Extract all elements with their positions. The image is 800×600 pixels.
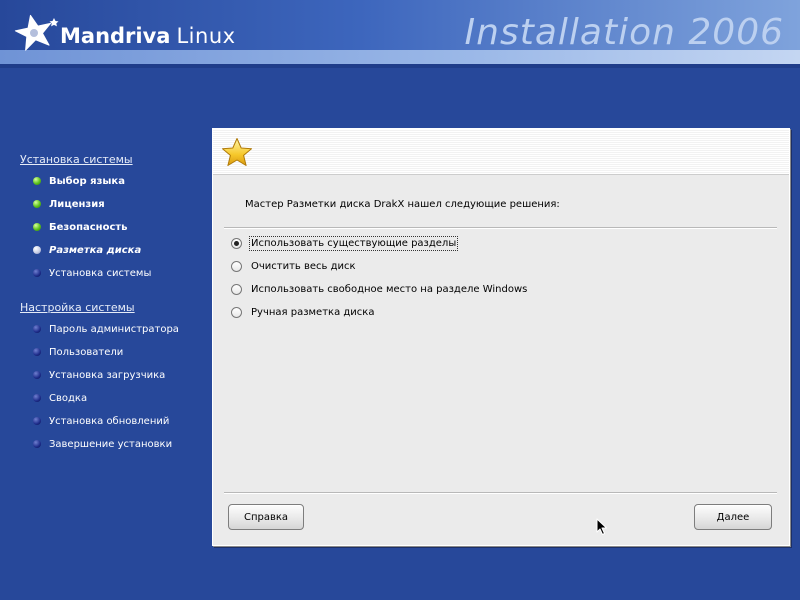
logo-brand: Mandriva	[60, 24, 171, 48]
section-title-installation[interactable]: Установка системы	[20, 150, 210, 170]
mandriva-star-icon	[14, 14, 59, 51]
step-done-bullet-icon	[33, 223, 41, 231]
step-pending-bullet-icon	[33, 440, 41, 448]
sidebar-item-partitioning: Разметка диска	[20, 239, 210, 262]
logo-product: Linux	[176, 24, 236, 48]
separator-top	[224, 227, 777, 229]
option-label[interactable]: Использовать существующие разделы	[248, 236, 459, 251]
sidebar-item-label: Установка системы	[49, 268, 152, 279]
sidebar-item-license: Лицензия	[20, 193, 210, 216]
step-pending-bullet-icon	[33, 394, 41, 402]
sidebar-item-label: Лицензия	[49, 199, 105, 210]
option-use-windows-free-space[interactable]: Использовать свободное место на разделе …	[231, 278, 528, 301]
radio-unchecked-icon[interactable]	[231, 307, 242, 318]
sidebar-item-root-password: Пароль администратора	[20, 318, 210, 341]
partition-options-radio-group: Использовать существующие разделы Очисти…	[231, 232, 528, 324]
next-button[interactable]: Далее	[694, 504, 772, 530]
step-pending-bullet-icon	[33, 371, 41, 379]
sidebar-item-security: Безопасность	[20, 216, 210, 239]
section-title-configuration[interactable]: Настройка системы	[20, 298, 210, 318]
step-current-bullet-icon	[33, 246, 41, 254]
sidebar-item-label: Установка обновлений	[49, 416, 170, 427]
sidebar-item-label: Установка загрузчика	[49, 370, 166, 381]
star-icon	[222, 138, 252, 166]
sidebar-item-label: Сводка	[49, 393, 88, 404]
option-erase-entire-disk[interactable]: Очистить весь диск	[231, 255, 528, 278]
step-pending-bullet-icon	[33, 348, 41, 356]
option-label[interactable]: Очистить весь диск	[250, 260, 357, 273]
installation-title: Installation 2006	[464, 12, 784, 53]
sidebar-item-install-system: Установка системы	[20, 262, 210, 285]
mouse-pointer-icon	[596, 518, 607, 535]
installation-steps-sidebar: Установка системы Выбор языка Лицензия Б…	[20, 150, 210, 456]
dialog-message: Мастер Разметки диска DrakX нашел следую…	[245, 199, 560, 210]
sidebar-item-finish: Завершение установки	[20, 433, 210, 456]
radio-unchecked-icon[interactable]	[231, 261, 242, 272]
sidebar-item-users: Пользователи	[20, 341, 210, 364]
sidebar-item-updates: Установка обновлений	[20, 410, 210, 433]
help-button[interactable]: Справка	[228, 504, 304, 530]
radio-checked-icon[interactable]	[231, 238, 242, 249]
step-done-bullet-icon	[33, 200, 41, 208]
dialog-banner	[213, 129, 789, 175]
option-label[interactable]: Ручная разметка диска	[250, 306, 375, 319]
sidebar-item-bootloader: Установка загрузчика	[20, 364, 210, 387]
option-label[interactable]: Использовать свободное место на разделе …	[250, 283, 528, 296]
step-pending-bullet-icon	[33, 417, 41, 425]
step-done-bullet-icon	[33, 177, 41, 185]
sidebar-item-label: Завершение установки	[49, 439, 173, 450]
separator-bottom	[224, 492, 777, 494]
sidebar-item-label: Безопасность	[49, 222, 128, 233]
radio-unchecked-icon[interactable]	[231, 284, 242, 295]
sidebar-item-label: Пользователи	[49, 347, 124, 358]
sidebar-item-label: Разметка диска	[49, 245, 142, 256]
sidebar-item-label: Выбор языка	[49, 176, 125, 187]
option-custom-partitioning[interactable]: Ручная разметка диска	[231, 301, 528, 324]
header-bar: Mandriva Linux Installation 2006	[0, 0, 800, 68]
sidebar-item-label: Пароль администратора	[49, 324, 179, 335]
option-use-existing-partitions[interactable]: Использовать существующие разделы	[231, 232, 528, 255]
header-stripe-dark	[0, 64, 800, 68]
sidebar-item-language: Выбор языка	[20, 170, 210, 193]
partitioning-dialog: Мастер Разметки диска DrakX нашел следую…	[212, 128, 790, 546]
step-pending-bullet-icon	[33, 325, 41, 333]
logo-text: Mandriva Linux	[60, 24, 236, 48]
mandriva-logo: Mandriva Linux	[14, 12, 236, 52]
step-pending-bullet-icon	[33, 269, 41, 277]
sidebar-item-summary: Сводка	[20, 387, 210, 410]
